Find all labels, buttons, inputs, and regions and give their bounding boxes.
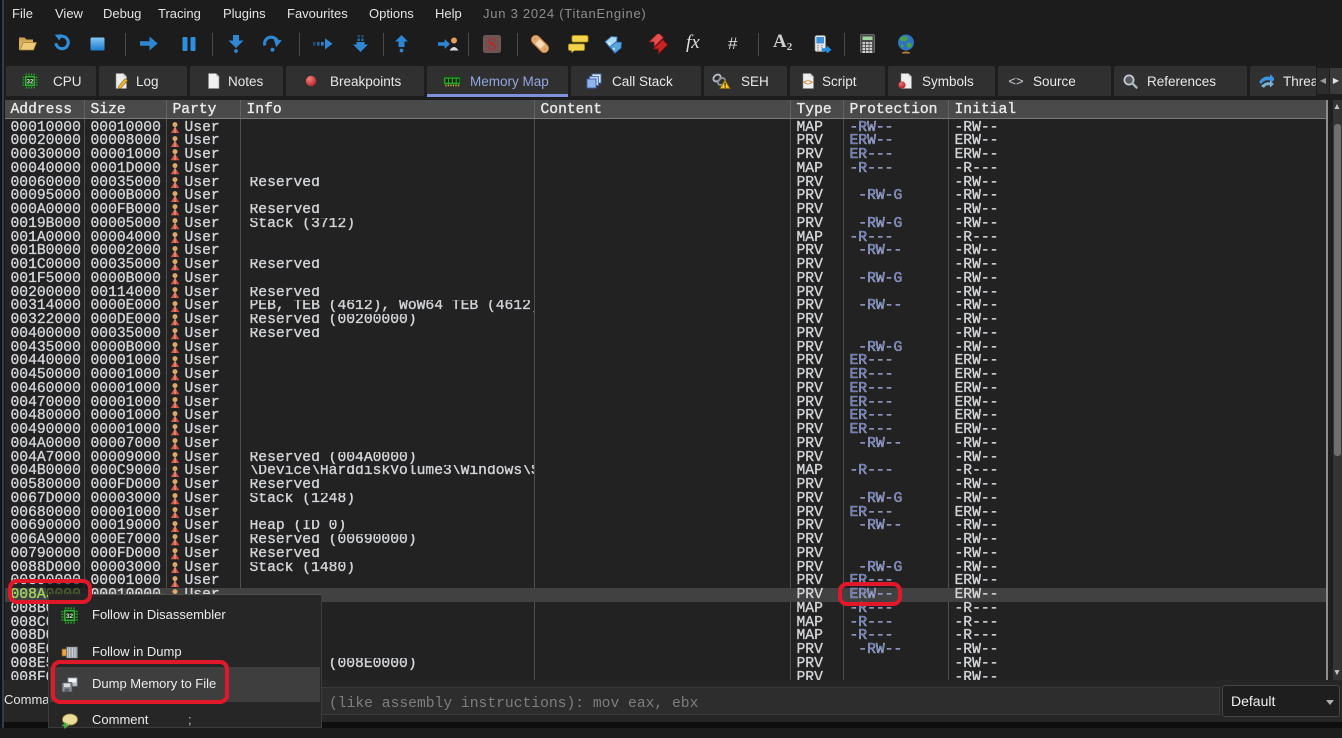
svg-text:32: 32 [27,79,34,85]
svg-text:<>: <> [1008,74,1023,89]
svg-text:S: S [487,35,496,53]
svg-text:32: 32 [66,613,74,620]
svg-text:<>: <> [803,79,813,88]
